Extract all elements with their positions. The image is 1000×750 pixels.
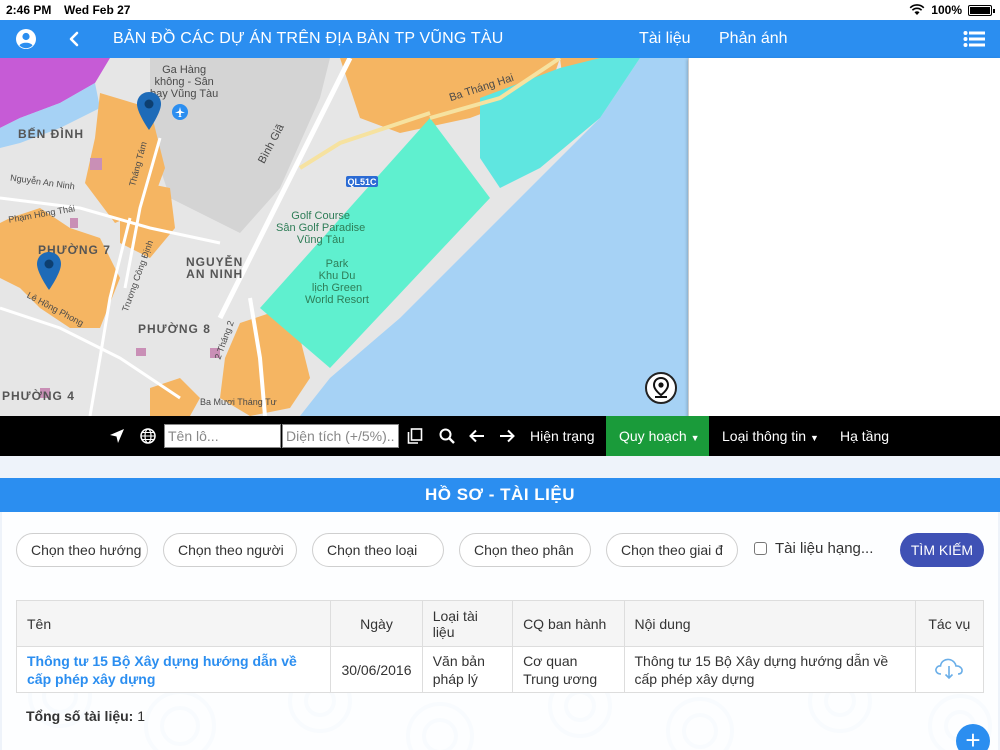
status-date: Wed Feb 27 (64, 3, 131, 17)
map-label-ba-muoi-thang-tu: Ba Mươi Tháng Tư (200, 397, 277, 407)
map-pin-icon[interactable] (136, 92, 162, 130)
filter-type[interactable]: Chọn theo loại (312, 533, 444, 567)
col-name: Tên (15, 600, 332, 647)
cell-name: Thông tư 15 Bộ Xây dựng hướng dẫn về cấp… (15, 646, 332, 693)
cell-actions (914, 646, 985, 693)
map-label-nguyen-an-ninh: NGUYỄN AN NINH (186, 255, 244, 281)
arrow-right-icon[interactable] (496, 426, 518, 446)
page-title: BẢN ĐỒ CÁC DỰ ÁN TRÊN ĐỊA BÀN TP VŨNG TÀ… (113, 30, 504, 47)
app-header: BẢN ĐỒ CÁC DỰ ÁN TRÊN ĐỊA BÀN TP VŨNG TÀ… (0, 20, 1000, 58)
filter-direction[interactable]: Chọn theo hướng (16, 533, 148, 567)
filter-stage[interactable]: Chọn theo giai đ (606, 533, 738, 567)
globe-icon[interactable] (137, 426, 159, 446)
chevron-down-icon: ▼ (690, 433, 700, 443)
map-view[interactable]: Ga Hàng không - Sân bay Vũng Tàu BẾN ĐÌN… (0, 58, 688, 416)
arrow-left-icon[interactable] (466, 426, 488, 446)
plus-icon[interactable]: + (956, 724, 990, 750)
chevron-down-icon: ▼ (809, 433, 819, 443)
cloud-download-icon[interactable] (933, 656, 965, 680)
tab-loai-thong-tin[interactable]: Loại thông tin ▼ (722, 428, 819, 444)
nav-feedback[interactable]: Phản ánh (719, 30, 788, 48)
document-link[interactable]: Thông tư 15 Bộ Xây dựng hướng dẫn về cấp… (27, 653, 297, 687)
nav-documents[interactable]: Tài liệu (639, 30, 691, 48)
list-menu-icon[interactable] (962, 27, 986, 51)
user-icon[interactable] (14, 27, 38, 51)
filter-classification[interactable]: Chọn theo phân (459, 533, 591, 567)
col-date: Ngày (330, 600, 423, 647)
cell-issuer: Cơ quan Trung ương (512, 646, 625, 693)
locate-pin-icon[interactable] (645, 372, 677, 404)
tab-quy-hoach[interactable]: Quy hoạch ▼ (619, 428, 700, 444)
battery-icon (968, 4, 995, 16)
tab-hien-trang[interactable]: Hiện trạng (530, 428, 595, 444)
airport-icon (172, 104, 188, 120)
col-type: Loại tài liệu (421, 600, 514, 647)
search-icon[interactable] (436, 426, 458, 446)
battery-percent: 100% (931, 3, 962, 17)
map-toolbar: Hiện trạng Quy hoạch ▼ Loại thông tin ▼ … (0, 416, 1000, 456)
featured-docs-checkbox-wrap[interactable]: Tài liệu hạng... (754, 540, 873, 557)
map-label-ql51c: QL51C (347, 177, 377, 187)
copy-icon[interactable] (404, 426, 426, 446)
documents-area: HỒ SƠ - TÀI LIỆU Chọn theo hướng Chọn th… (0, 456, 1000, 750)
wifi-icon (909, 4, 925, 15)
cell-type: Văn bản pháp lý (421, 646, 514, 693)
total-value: 1 (137, 708, 146, 724)
back-icon[interactable] (62, 27, 86, 51)
table-row: Thông tư 15 Bộ Xây dựng hướng dẫn về cấp… (15, 646, 985, 693)
featured-docs-checkbox[interactable] (754, 542, 767, 555)
tab-quy-hoach-label: Quy hoạch (619, 428, 687, 444)
status-time: 2:46 PM (6, 3, 52, 17)
area-input[interactable] (282, 424, 399, 448)
map-label-phuong-8: PHƯỜNG 8 (138, 322, 211, 336)
total-label: Tổng số tài liệu: (26, 708, 134, 724)
col-issuer: CQ ban hành (512, 600, 625, 647)
documents-panel: Chọn theo hướng Chọn theo người Chọn the… (2, 512, 998, 750)
search-button[interactable]: TÌM KIẾM (900, 533, 984, 567)
status-bar: 2:46 PM Wed Feb 27 100% (0, 0, 1000, 20)
featured-docs-label: Tài liệu hạng... (775, 540, 874, 557)
status-right: 100% (909, 3, 995, 17)
documents-table: Tên Ngày Loại tài liệu CQ ban hành Nội d… (15, 600, 985, 693)
section-title: HỒ SƠ - TÀI LIỆU (0, 478, 1000, 512)
info-panel (688, 58, 1000, 436)
cell-date: 30/06/2016 (330, 646, 423, 693)
tab-loai-thong-tin-label: Loại thông tin (722, 428, 807, 444)
map-label-golf: Golf Course Sân Golf Paradise Vũng Tàu (276, 210, 366, 246)
col-content: Nội dung (623, 600, 916, 647)
map-pin-icon[interactable] (36, 252, 62, 290)
map-label-ben-dinh: BẾN ĐÌNH (18, 127, 85, 141)
table-header-row: Tên Ngày Loại tài liệu CQ ban hành Nội d… (15, 600, 985, 647)
navigate-icon[interactable] (106, 426, 128, 446)
filter-person[interactable]: Chọn theo người (163, 533, 297, 567)
map-label-phuong-4: PHƯỜNG 4 (2, 389, 75, 403)
lot-name-input[interactable] (164, 424, 281, 448)
tab-ha-tang[interactable]: Hạ tầng (840, 428, 889, 444)
cell-content: Thông tư 15 Bộ Xây dựng hướng dẫn về cấp… (623, 646, 916, 693)
col-actions: Tác vụ (914, 600, 985, 647)
documents-total: Tổng số tài liệu: 1 (26, 708, 145, 724)
map-label-park: Park Khu Du lịch Green World Resort (305, 258, 369, 306)
